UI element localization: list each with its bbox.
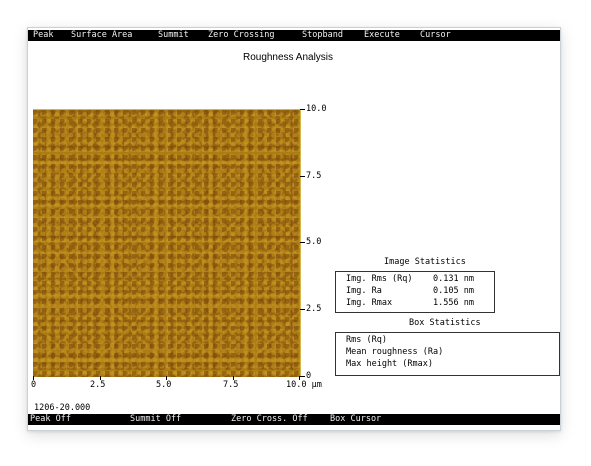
- y-tick-mark: [300, 109, 305, 110]
- menu-zero-crossing[interactable]: Zero Crossing: [208, 30, 275, 41]
- menu-cursor[interactable]: Cursor: [420, 30, 451, 41]
- menu-bar: Peak Surface Area Summit Zero Crossing S…: [28, 30, 560, 41]
- y-tick-label: 10.0: [306, 104, 327, 114]
- x-tick-label: 0: [31, 380, 37, 390]
- x-tick-label: 10.0 µm: [286, 380, 322, 390]
- status-bar: Peak Off Summit Off Zero Cross. Off Box …: [28, 414, 560, 425]
- box-stat-rmax: Max height (Rmax): [346, 359, 433, 369]
- stat-value-ra: 0.105 nm: [433, 286, 474, 296]
- stat-label-ra: Img. Ra: [346, 286, 382, 296]
- y-tick-label: 7.5: [306, 171, 322, 181]
- menu-peak[interactable]: Peak: [33, 30, 53, 41]
- y-tick-label: 5.0: [306, 237, 322, 247]
- roughness-window: Peak Surface Area Summit Zero Crossing S…: [27, 27, 561, 431]
- y-tick-mark: [300, 242, 305, 243]
- y-tick-mark: [300, 376, 305, 377]
- menu-execute[interactable]: Execute: [364, 30, 400, 41]
- status-box-cursor[interactable]: Box Cursor: [330, 414, 381, 425]
- box-stat-rms: Rms (Rq): [346, 335, 387, 345]
- box-stat-ra: Mean roughness (Ra): [346, 347, 444, 357]
- x-tick-label: 5.0: [156, 380, 172, 390]
- image-id-label: 1206-20.000: [34, 403, 91, 413]
- box-statistics-title: Box Statistics: [409, 318, 481, 328]
- menu-surface-area[interactable]: Surface Area: [71, 30, 132, 41]
- stat-value-rmax: 1.556 nm: [433, 298, 474, 308]
- stat-label-rms: Img. Rms (Rq): [346, 274, 413, 284]
- x-tick-label: 2.5: [90, 380, 106, 390]
- y-tick-mark: [300, 176, 305, 177]
- box-statistics-box: Rms (Rq) Mean roughness (Ra) Max height …: [335, 332, 560, 376]
- x-tick-label: 7.5: [223, 380, 239, 390]
- stat-label-rmax: Img. Rmax: [346, 298, 393, 308]
- page-title: Roughness Analysis: [242, 52, 334, 63]
- status-zero-cross[interactable]: Zero Cross. Off: [231, 414, 308, 425]
- y-tick-mark: [300, 309, 305, 310]
- menu-summit[interactable]: Summit: [158, 30, 189, 41]
- stat-value-rms: 0.131 nm: [433, 274, 474, 284]
- image-statistics-box: Img. Rms (Rq) 0.131 nm Img. Ra 0.105 nm …: [335, 271, 495, 313]
- afm-height-image[interactable]: [33, 109, 301, 377]
- status-summit[interactable]: Summit Off: [130, 414, 181, 425]
- y-tick-label: 2.5: [306, 304, 322, 314]
- image-statistics-title: Image Statistics: [384, 257, 466, 267]
- menu-stopband[interactable]: Stopband: [302, 30, 343, 41]
- status-peak[interactable]: Peak Off: [30, 414, 71, 425]
